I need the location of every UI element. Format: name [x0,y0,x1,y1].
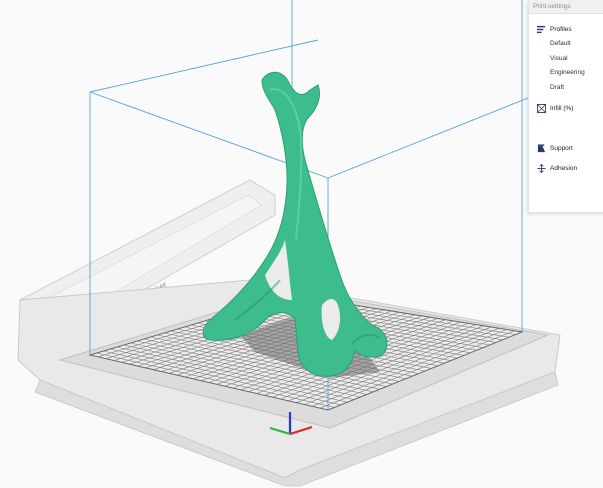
profile-option-visual[interactable]: Visual [550,55,568,62]
profile-option-engineering[interactable]: Engineering [550,69,585,76]
print-settings-panel: Print settings Profiles Default Visual E… [528,0,603,213]
profile-option-draft[interactable]: Draft [550,84,564,91]
support-label: Support [550,145,573,152]
infill-label: Infill (%) [550,105,574,112]
3d-viewport[interactable]: Ultimaker [0,0,603,488]
adhesion-icon [537,164,546,173]
support-section[interactable]: Support [537,144,573,153]
print-settings-title: Print settings [529,0,603,14]
infill-icon [537,104,546,113]
adhesion-section[interactable]: Adhesion [537,164,577,173]
profiles-icon [537,25,546,34]
profiles-section[interactable]: Profiles [537,25,572,34]
adhesion-label: Adhesion [550,165,578,172]
profiles-label: Profiles [550,26,572,33]
profile-option-default[interactable]: Default [550,40,571,47]
infill-section[interactable]: Infill (%) [537,104,573,113]
support-icon [537,144,546,153]
